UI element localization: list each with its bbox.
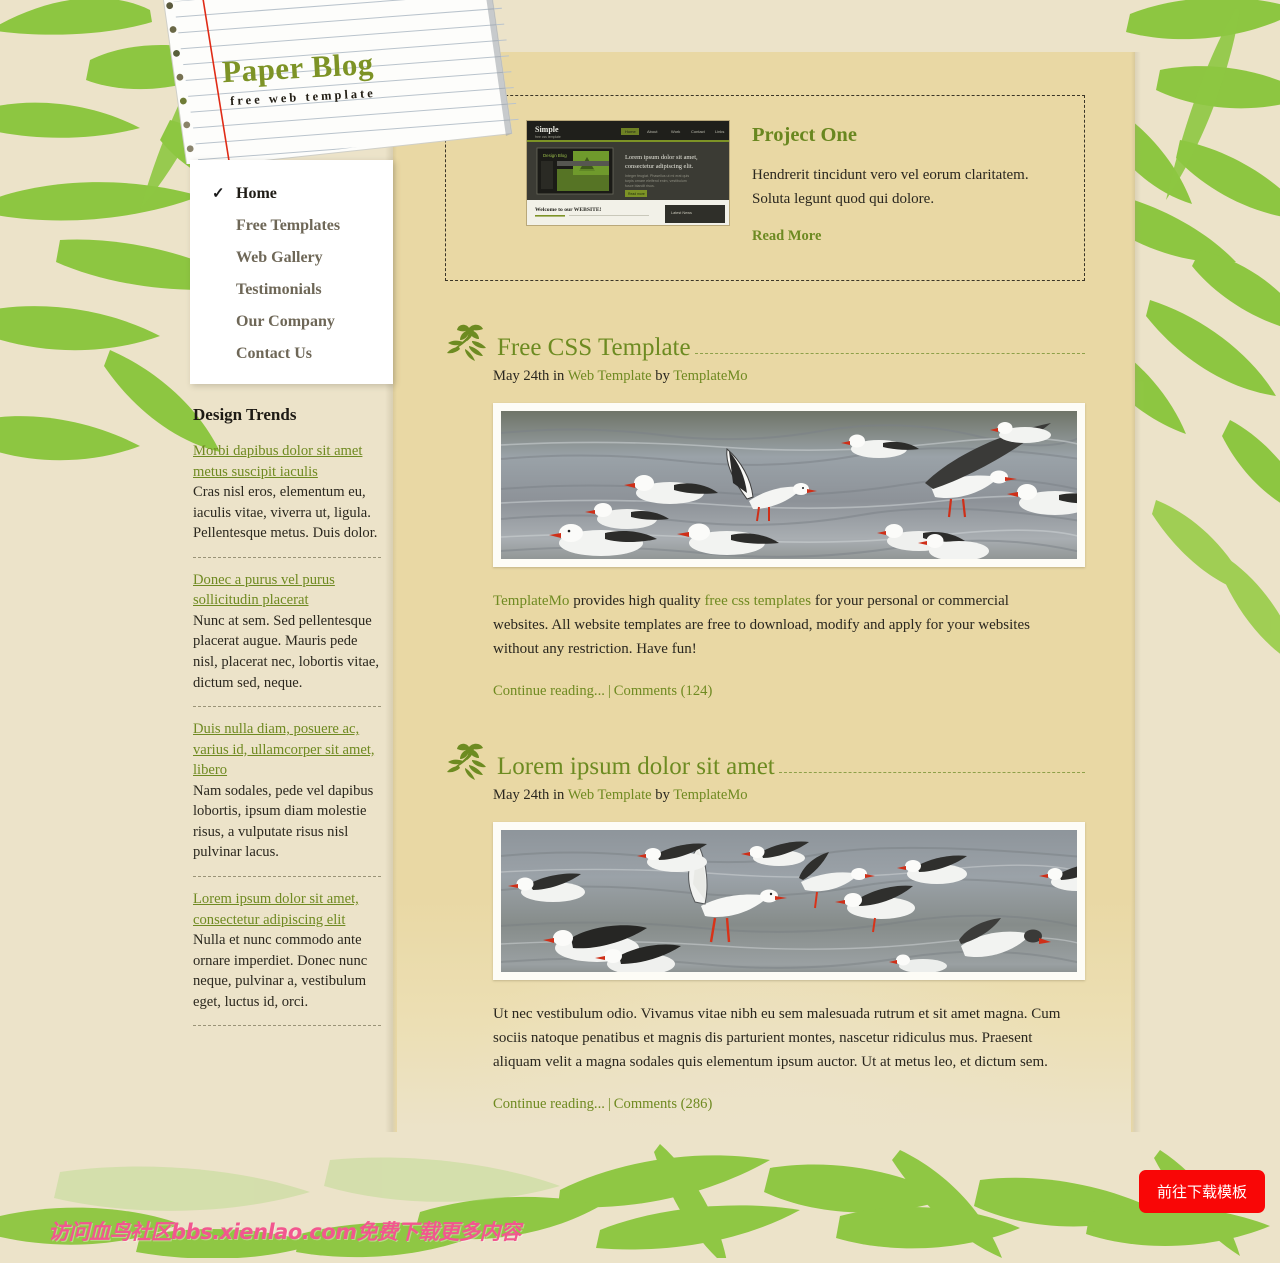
link-separator: |	[607, 683, 611, 699]
nav-item-contact-us[interactable]: Contact Us	[190, 338, 393, 370]
post-body: TemplateMo provides high quality free cs…	[493, 589, 1068, 661]
project-thumbnail[interactable]: Simple free css template Home About Work…	[526, 120, 730, 226]
svg-text:About: About	[647, 129, 658, 134]
post-by-label: by	[655, 368, 670, 384]
nav-item-label: Web Gallery	[236, 249, 323, 266]
nav-item-label: Free Templates	[236, 217, 341, 234]
post-date: May 24th in	[493, 368, 565, 384]
svg-text:Work: Work	[671, 129, 680, 134]
post-title: Free CSS Template	[497, 333, 691, 361]
post-by-label: by	[655, 787, 670, 803]
post-header: Free CSS Template	[445, 323, 1085, 361]
trend-text: Nulla et nunc commodo ante ornare imperd…	[193, 932, 368, 1010]
post-category-link[interactable]: Web Template	[568, 368, 652, 384]
nav-item-label: Home	[236, 185, 277, 202]
post-footer-links: Continue reading... | Comments (286)	[493, 1096, 1085, 1113]
site-branding: Paper Blog free web template	[221, 46, 376, 108]
svg-text:Welcome to our WEBSITE!: Welcome to our WEBSITE!	[535, 207, 602, 213]
sidebar-heading: Design Trends	[193, 405, 297, 424]
trend-link[interactable]: Lorem ipsum dolor sit amet, consectetur …	[193, 889, 381, 930]
post-image	[493, 403, 1085, 567]
leaf-branch-icon	[445, 323, 493, 365]
continue-reading-link[interactable]: Continue reading...	[493, 683, 605, 699]
post-body-link[interactable]: TemplateMo	[493, 593, 569, 609]
svg-text:Design Blog: Design Blog	[543, 153, 567, 158]
main-navigation: ✓ Home Free Templates Web Gallery Testim…	[190, 160, 393, 384]
project-details: Project One Hendrerit tincidunt vero vel…	[752, 120, 1052, 245]
comments-link[interactable]: Comments (124)	[614, 683, 713, 699]
post-meta: May 24th in Web Template by TemplateMo	[493, 368, 1085, 385]
project-title: Project One	[752, 124, 857, 146]
read-more-link[interactable]: Read More	[752, 228, 821, 244]
trend-link[interactable]: Donec a purus vel purus sollicitudin pla…	[193, 570, 381, 611]
title-rule	[694, 353, 1085, 354]
post-title: Lorem ipsum dolor sit amet	[497, 752, 775, 780]
continue-reading-link[interactable]: Continue reading...	[493, 1096, 605, 1112]
main-content: Simple free css template Home About Work…	[445, 95, 1085, 1113]
post-meta: May 24th in Web Template by TemplateMo	[493, 787, 1085, 804]
svg-text:Lorem ipsum dolor sit amet,: Lorem ipsum dolor sit amet,	[625, 154, 698, 161]
trend-text: Nam sodales, pede vel dapibus lobortis, …	[193, 782, 374, 861]
trend-item: Morbi dapibus dolor sit amet metus susci…	[193, 441, 381, 544]
svg-text:Simple: Simple	[535, 125, 559, 134]
nav-item-our-company[interactable]: Our Company	[190, 306, 393, 338]
nav-item-free-templates[interactable]: Free Templates	[190, 210, 393, 242]
post-body-link[interactable]: free css templates	[704, 593, 811, 609]
svg-text:free css template: free css template	[535, 135, 561, 139]
divider	[193, 1025, 381, 1027]
trend-text: Cras nisl eros, elementum eu, iaculis vi…	[193, 484, 378, 542]
post-author-link[interactable]: TemplateMo	[673, 787, 747, 803]
post-body-text: provides high quality	[569, 593, 705, 609]
featured-project-box: Simple free css template Home About Work…	[445, 95, 1085, 281]
svg-text:consectetur adipiscing elit.: consectetur adipiscing elit.	[625, 163, 694, 170]
blog-post: Lorem ipsum dolor sit amet May 24th in W…	[445, 742, 1085, 1113]
check-icon: ✓	[212, 185, 225, 202]
svg-text:Contact: Contact	[691, 129, 706, 134]
site-title: Paper Blog	[221, 45, 375, 90]
svg-text:Latest News: Latest News	[671, 211, 692, 215]
post-footer-links: Continue reading... | Comments (124)	[493, 683, 1085, 700]
leaf-branch-icon	[445, 742, 493, 784]
svg-text:Read more: Read more	[628, 192, 645, 196]
trend-link[interactable]: Morbi dapibus dolor sit amet metus susci…	[193, 441, 381, 482]
svg-text:Links: Links	[715, 129, 724, 134]
divider	[193, 876, 381, 878]
divider	[193, 556, 381, 558]
trend-item: Duis nulla diam, posuere ac, varius id, …	[193, 719, 381, 863]
blog-post: Free CSS Template May 24th in Web Templa…	[445, 323, 1085, 700]
trend-item: Donec a purus vel purus sollicitudin pla…	[193, 570, 381, 693]
post-category-link[interactable]: Web Template	[568, 787, 652, 803]
watermark-text: 访问血鸟社区bbs.xienlao.com免费下载更多内容	[48, 1220, 521, 1244]
svg-text:Integer feugiat. Phasellus ut: Integer feugiat. Phasellus ut mi erat qu…	[625, 174, 689, 178]
svg-text:Home: Home	[625, 129, 636, 134]
post-author-link[interactable]: TemplateMo	[673, 368, 747, 384]
post-date: May 24th in	[493, 787, 565, 803]
post-body: Ut nec vestibulum odio. Vivamus vitae ni…	[493, 1006, 1061, 1070]
nav-item-web-gallery[interactable]: Web Gallery	[190, 242, 393, 274]
nav-item-home[interactable]: ✓ Home	[190, 178, 393, 210]
trend-text: Nunc at sem. Sed pellentesque placerat a…	[193, 612, 380, 691]
nav-item-label: Contact Us	[236, 345, 312, 362]
svg-text:fusce blandit risus.: fusce blandit risus.	[625, 184, 655, 188]
nav-item-label: Testimonials	[236, 281, 322, 298]
project-description: Hendrerit tincidunt vero vel eorum clari…	[752, 167, 1029, 207]
divider	[193, 706, 381, 708]
download-template-button[interactable]: 前往下载模板	[1138, 1170, 1265, 1213]
link-separator: |	[607, 1096, 611, 1112]
trend-item: Lorem ipsum dolor sit amet, consectetur …	[193, 889, 381, 1012]
svg-text:turpis ornare eleifend enim, v: turpis ornare eleifend enim, vestibulum	[625, 179, 687, 183]
nav-item-testimonials[interactable]: Testimonials	[190, 274, 393, 306]
nav-item-label: Our Company	[236, 313, 335, 330]
post-header: Lorem ipsum dolor sit amet	[445, 742, 1085, 780]
sidebar-design-trends: Design Trends Morbi dapibus dolor sit am…	[193, 405, 381, 1038]
trend-link[interactable]: Duis nulla diam, posuere ac, varius id, …	[193, 719, 381, 781]
title-rule	[778, 772, 1085, 773]
comments-link[interactable]: Comments (286)	[614, 1096, 713, 1112]
post-image	[493, 822, 1085, 980]
